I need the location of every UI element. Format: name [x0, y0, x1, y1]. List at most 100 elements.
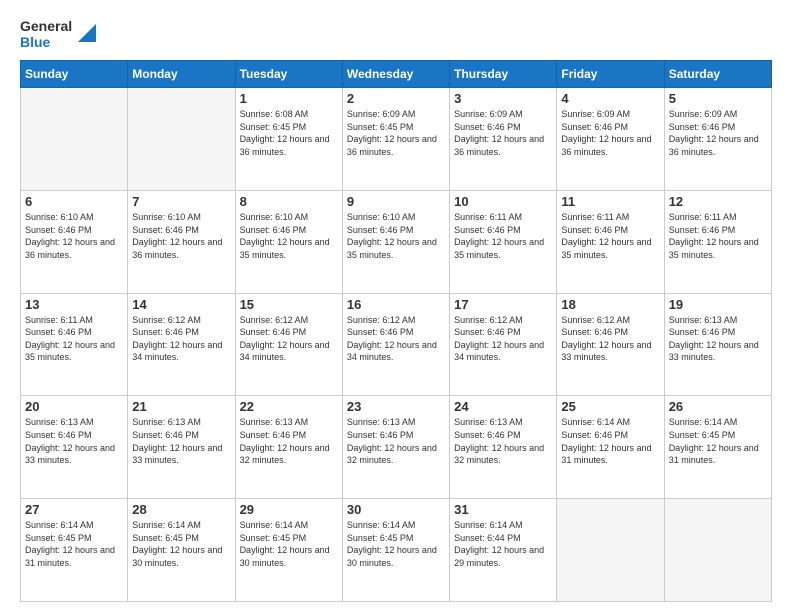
sunset-text: Sunset: 6:46 PM [561, 224, 659, 237]
calendar-cell: 28Sunrise: 6:14 AMSunset: 6:45 PMDayligh… [128, 499, 235, 602]
daylight-text: Daylight: 12 hours and 36 minutes. [132, 236, 230, 261]
sunset-text: Sunset: 6:46 PM [454, 224, 552, 237]
calendar-header-row: SundayMondayTuesdayWednesdayThursdayFrid… [21, 61, 772, 88]
daylight-text: Daylight: 12 hours and 34 minutes. [347, 339, 445, 364]
daylight-text: Daylight: 12 hours and 30 minutes. [240, 544, 338, 569]
daylight-text: Daylight: 12 hours and 29 minutes. [454, 544, 552, 569]
day-info: Sunrise: 6:13 AMSunset: 6:46 PMDaylight:… [347, 416, 445, 466]
day-info: Sunrise: 6:10 AMSunset: 6:46 PMDaylight:… [240, 211, 338, 261]
sunset-text: Sunset: 6:45 PM [25, 532, 123, 545]
day-info: Sunrise: 6:12 AMSunset: 6:46 PMDaylight:… [240, 314, 338, 364]
sunrise-text: Sunrise: 6:13 AM [454, 416, 552, 429]
col-header-sunday: Sunday [21, 61, 128, 88]
sunrise-text: Sunrise: 6:10 AM [347, 211, 445, 224]
day-number: 7 [132, 194, 230, 209]
calendar-cell: 8 Sunrise: 6:10 AMSunset: 6:46 PMDaylight… [235, 190, 342, 293]
col-header-thursday: Thursday [450, 61, 557, 88]
day-info: Sunrise: 6:12 AMSunset: 6:46 PMDaylight:… [561, 314, 659, 364]
sunset-text: Sunset: 6:46 PM [561, 429, 659, 442]
logo-triangle-icon [78, 24, 96, 47]
daylight-text: Daylight: 12 hours and 33 minutes. [25, 442, 123, 467]
day-number: 10 [454, 194, 552, 209]
day-info: Sunrise: 6:14 AMSunset: 6:45 PMDaylight:… [240, 519, 338, 569]
calendar-cell: 22Sunrise: 6:13 AMSunset: 6:46 PMDayligh… [235, 396, 342, 499]
day-number: 23 [347, 399, 445, 414]
sunset-text: Sunset: 6:45 PM [347, 121, 445, 134]
calendar-cell: 7Sunrise: 6:10 AMSunset: 6:46 PMDaylight… [128, 190, 235, 293]
day-number: 8 [240, 194, 338, 209]
header: General Blue [20, 18, 772, 50]
calendar-cell: 23 Sunrise: 6:13 AMSunset: 6:46 PMDayligh… [342, 396, 449, 499]
day-number: 28 [132, 502, 230, 517]
calendar-cell: 19Sunrise: 6:13 AMSunset: 6:46 PMDayligh… [664, 293, 771, 396]
calendar-cell: 16Sunrise: 6:12 AMSunset: 6:46 PMDayligh… [342, 293, 449, 396]
logo-wordmark: General Blue [20, 18, 72, 50]
calendar-cell: 26 Sunrise: 6:14 AMSunset: 6:45 PMDayligh… [664, 396, 771, 499]
sunrise-text: Sunrise: 6:14 AM [347, 519, 445, 532]
week-row-4: 20Sunrise: 6:13 AMSunset: 6:46 PMDayligh… [21, 396, 772, 499]
sunrise-text: Sunrise: 6:11 AM [454, 211, 552, 224]
day-info: Sunrise: 6:13 AMSunset: 6:46 PMDaylight:… [454, 416, 552, 466]
calendar-cell: 1Sunrise: 6:08 AMSunset: 6:45 PMDaylight… [235, 88, 342, 191]
calendar-cell: 3Sunrise: 6:09 AMSunset: 6:46 PMDaylight… [450, 88, 557, 191]
daylight-text: Daylight: 12 hours and 33 minutes. [561, 339, 659, 364]
sunrise-text: Sunrise: 6:14 AM [240, 519, 338, 532]
week-row-1: 1Sunrise: 6:08 AMSunset: 6:45 PMDaylight… [21, 88, 772, 191]
sunset-text: Sunset: 6:46 PM [25, 429, 123, 442]
sunrise-text: Sunrise: 6:12 AM [240, 314, 338, 327]
day-number: 22 [240, 399, 338, 414]
day-number: 4 [561, 91, 659, 106]
sunrise-text: Sunrise: 6:09 AM [454, 108, 552, 121]
daylight-text: Daylight: 12 hours and 36 minutes. [25, 236, 123, 261]
day-info: Sunrise: 6:14 AMSunset: 6:45 PMDaylight:… [347, 519, 445, 569]
sunset-text: Sunset: 6:46 PM [561, 121, 659, 134]
day-number: 19 [669, 297, 767, 312]
calendar-cell: 5Sunrise: 6:09 AMSunset: 6:46 PMDaylight… [664, 88, 771, 191]
sunset-text: Sunset: 6:46 PM [347, 326, 445, 339]
daylight-text: Daylight: 12 hours and 36 minutes. [347, 133, 445, 158]
sunrise-text: Sunrise: 6:12 AM [132, 314, 230, 327]
day-number: 31 [454, 502, 552, 517]
day-number: 3 [454, 91, 552, 106]
col-header-monday: Monday [128, 61, 235, 88]
sunrise-text: Sunrise: 6:13 AM [240, 416, 338, 429]
daylight-text: Daylight: 12 hours and 35 minutes. [561, 236, 659, 261]
daylight-text: Daylight: 12 hours and 32 minutes. [454, 442, 552, 467]
day-info: Sunrise: 6:12 AMSunset: 6:46 PMDaylight:… [454, 314, 552, 364]
week-row-5: 27Sunrise: 6:14 AMSunset: 6:45 PMDayligh… [21, 499, 772, 602]
day-info: Sunrise: 6:11 AMSunset: 6:46 PMDaylight:… [561, 211, 659, 261]
day-info: Sunrise: 6:14 AMSunset: 6:45 PMDaylight:… [25, 519, 123, 569]
sunrise-text: Sunrise: 6:10 AM [132, 211, 230, 224]
daylight-text: Daylight: 12 hours and 34 minutes. [240, 339, 338, 364]
day-number: 27 [25, 502, 123, 517]
daylight-text: Daylight: 12 hours and 34 minutes. [132, 339, 230, 364]
calendar-cell [128, 88, 235, 191]
daylight-text: Daylight: 12 hours and 31 minutes. [561, 442, 659, 467]
sunrise-text: Sunrise: 6:11 AM [561, 211, 659, 224]
logo: General Blue [20, 18, 96, 50]
day-info: Sunrise: 6:10 AMSunset: 6:46 PMDaylight:… [347, 211, 445, 261]
sunset-text: Sunset: 6:45 PM [669, 429, 767, 442]
calendar-cell: 17Sunrise: 6:12 AMSunset: 6:46 PMDayligh… [450, 293, 557, 396]
day-number: 14 [132, 297, 230, 312]
sunrise-text: Sunrise: 6:14 AM [132, 519, 230, 532]
day-number: 25 [561, 399, 659, 414]
day-info: Sunrise: 6:13 AMSunset: 6:46 PMDaylight:… [132, 416, 230, 466]
day-number: 26 [669, 399, 767, 414]
sunset-text: Sunset: 6:46 PM [347, 429, 445, 442]
day-info: Sunrise: 6:14 AMSunset: 6:45 PMDaylight:… [669, 416, 767, 466]
day-info: Sunrise: 6:09 AMSunset: 6:46 PMDaylight:… [669, 108, 767, 158]
day-number: 30 [347, 502, 445, 517]
calendar-cell [664, 499, 771, 602]
col-header-wednesday: Wednesday [342, 61, 449, 88]
sunset-text: Sunset: 6:46 PM [132, 429, 230, 442]
day-info: Sunrise: 6:14 AMSunset: 6:46 PMDaylight:… [561, 416, 659, 466]
sunset-text: Sunset: 6:45 PM [347, 532, 445, 545]
day-number: 6 [25, 194, 123, 209]
calendar-cell [557, 499, 664, 602]
sunset-text: Sunset: 6:46 PM [132, 326, 230, 339]
daylight-text: Daylight: 12 hours and 36 minutes. [561, 133, 659, 158]
daylight-text: Daylight: 12 hours and 35 minutes. [25, 339, 123, 364]
sunrise-text: Sunrise: 6:14 AM [25, 519, 123, 532]
calendar-cell: 29Sunrise: 6:14 AMSunset: 6:45 PMDayligh… [235, 499, 342, 602]
